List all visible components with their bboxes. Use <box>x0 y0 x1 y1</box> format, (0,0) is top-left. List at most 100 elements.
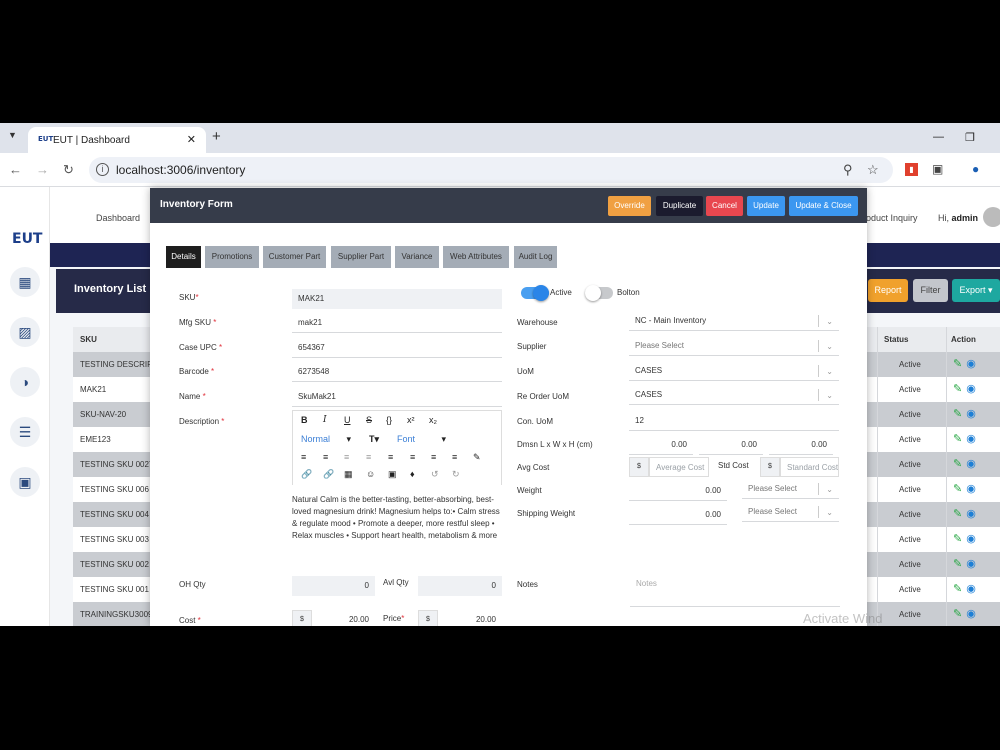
edit-icon[interactable]: ✎ <box>953 408 962 420</box>
notes-field[interactable]: Notes <box>630 575 840 607</box>
restore-icon[interactable]: ❐ <box>965 131 975 144</box>
supplier-select[interactable]: Please Select ⌄ <box>629 336 839 356</box>
subscript-icon[interactable]: x₂ <box>429 415 437 425</box>
height-field[interactable]: 0.00 <box>769 435 833 455</box>
edit-icon[interactable]: ✎ <box>953 458 962 470</box>
view-icon[interactable]: ◉ <box>966 458 976 470</box>
outdent-icon[interactable]: ≡ <box>344 452 349 462</box>
width-field[interactable]: 0.00 <box>699 435 763 455</box>
underline-icon[interactable]: U <box>344 415 351 425</box>
align-justify-icon[interactable]: ≡ <box>452 452 457 462</box>
bolton-toggle[interactable] <box>585 285 613 301</box>
barcode-field[interactable]: 6273548 <box>292 362 502 382</box>
bold-icon[interactable]: B <box>301 415 308 425</box>
edit-icon[interactable]: ✎ <box>953 583 962 595</box>
view-icon[interactable]: ◉ <box>966 508 976 520</box>
image-icon[interactable]: ▣ <box>388 469 397 480</box>
italic-icon[interactable]: I <box>323 415 327 425</box>
edit-icon[interactable]: ✎ <box>953 358 962 370</box>
duplicate-button[interactable]: Duplicate <box>656 196 703 216</box>
sku-field[interactable]: MAK21 <box>292 289 502 309</box>
description-text[interactable]: Natural Calm is the better-tasting, bett… <box>292 494 502 542</box>
reorder-uom-select[interactable]: CASES ⌄ <box>629 385 839 405</box>
avatar[interactable] <box>983 207 1000 227</box>
color-picker-icon[interactable]: ✎ <box>473 452 481 463</box>
bookmark-star-icon[interactable]: ☆ <box>867 162 879 178</box>
reload-icon[interactable]: ↻ <box>63 162 74 178</box>
mfg-sku-field[interactable]: mak21 <box>292 313 502 333</box>
price-field[interactable]: 20.00 <box>439 610 502 626</box>
view-icon[interactable]: ◉ <box>966 358 976 370</box>
bullet-list-icon[interactable]: ≡ <box>301 452 306 462</box>
align-center-icon[interactable]: ≡ <box>410 452 415 462</box>
edit-icon[interactable]: ✎ <box>953 508 962 520</box>
tab-promotions[interactable]: Promotions <box>205 246 259 268</box>
length-field[interactable]: 0.00 <box>629 435 693 455</box>
active-toggle[interactable] <box>521 285 549 301</box>
view-icon[interactable]: ◉ <box>966 383 976 395</box>
embed-icon[interactable]: ▦ <box>344 469 353 480</box>
tab-details[interactable]: Details <box>166 246 201 268</box>
weight-unit-select[interactable]: Please Select ⌄ <box>742 479 839 499</box>
col-sku[interactable]: SKU <box>80 335 152 344</box>
case-upc-field[interactable]: 654367 <box>292 338 502 358</box>
layers-icon[interactable]: ☰ <box>10 417 40 447</box>
profile-icon[interactable]: ● <box>972 162 979 176</box>
avl-qty-field[interactable]: 0 <box>418 576 502 596</box>
oh-qty-field[interactable]: 0 <box>292 576 375 596</box>
tab-customer-part[interactable]: Customer Part <box>263 246 326 268</box>
cost-field[interactable]: 20.00 <box>313 610 375 626</box>
indent-icon[interactable]: ≡ <box>366 452 371 462</box>
browser-tab[interactable]: EUT EUT | Dashboard ✕ <box>28 127 206 153</box>
back-icon[interactable]: ← <box>9 162 22 177</box>
view-icon[interactable]: ◉ <box>966 408 976 420</box>
view-icon[interactable]: ◉ <box>966 533 976 545</box>
unlink-icon[interactable]: 🔗 <box>323 469 334 480</box>
forward-icon[interactable]: → <box>36 162 49 177</box>
chart-icon[interactable]: ◑ <box>10 367 40 397</box>
extension-icon[interactable]: ▮ <box>905 163 918 176</box>
override-button[interactable]: Override <box>608 196 651 216</box>
std-cost-field[interactable]: Standard Cost <box>780 457 839 477</box>
edit-icon[interactable]: ✎ <box>953 433 962 445</box>
update-close-button[interactable]: Update & Close <box>789 196 858 216</box>
nav-dashboard[interactable]: Dashboard <box>96 213 140 223</box>
shipping-weight-unit-select[interactable]: Please Select ⌄ <box>742 502 839 522</box>
view-icon[interactable]: ◉ <box>966 583 976 595</box>
align-right-icon[interactable]: ≡ <box>431 452 436 462</box>
new-tab-icon[interactable]: + <box>212 128 221 145</box>
edit-icon[interactable]: ✎ <box>953 558 962 570</box>
close-tab-icon[interactable]: ✕ <box>187 133 196 146</box>
edit-icon[interactable]: ✎ <box>953 383 962 395</box>
url-field[interactable]: i localhost:3006/inventory ⚲ ☆ <box>89 157 893 183</box>
undo-icon[interactable]: ↺ <box>431 469 439 480</box>
strikethrough-icon[interactable]: S <box>366 415 372 425</box>
con-uom-field[interactable]: 12 <box>629 411 839 431</box>
col-status[interactable]: Status <box>884 335 908 344</box>
view-icon[interactable]: ◉ <box>966 433 976 445</box>
tab-supplier-part[interactable]: Supplier Part <box>331 246 391 268</box>
minimize-icon[interactable]: — <box>933 131 944 143</box>
report-button[interactable]: Report <box>868 279 908 302</box>
puzzle-icon[interactable]: ▣ <box>932 162 943 176</box>
text-size-icon[interactable]: T▾ <box>369 434 379 445</box>
edit-icon[interactable]: ✎ <box>953 608 962 620</box>
emoji-icon[interactable]: ☺ <box>366 469 375 479</box>
warehouse-select[interactable]: NC - Main Inventory ⌄ <box>629 311 839 331</box>
align-left-icon[interactable]: ≡ <box>388 452 393 462</box>
edit-icon[interactable]: ✎ <box>953 483 962 495</box>
weight-field[interactable]: 0.00 <box>629 481 727 501</box>
cancel-button[interactable]: Cancel <box>706 196 743 216</box>
export-button[interactable]: Export ▾ <box>952 279 1000 302</box>
eraser-icon[interactable]: ♦ <box>410 469 415 479</box>
link-icon[interactable]: 🔗 <box>301 469 312 480</box>
tab-variance[interactable]: Variance <box>395 246 439 268</box>
view-icon[interactable]: ◉ <box>966 558 976 570</box>
superscript-icon[interactable]: x² <box>407 415 415 425</box>
view-icon[interactable]: ◉ <box>966 483 976 495</box>
shipping-weight-field[interactable]: 0.00 <box>629 505 727 525</box>
redo-icon[interactable]: ↻ <box>452 469 460 480</box>
numbered-list-icon[interactable]: ≡ <box>323 452 328 462</box>
tab-web-attributes[interactable]: Web Attributes <box>443 246 509 268</box>
edit-icon[interactable]: ✎ <box>953 533 962 545</box>
